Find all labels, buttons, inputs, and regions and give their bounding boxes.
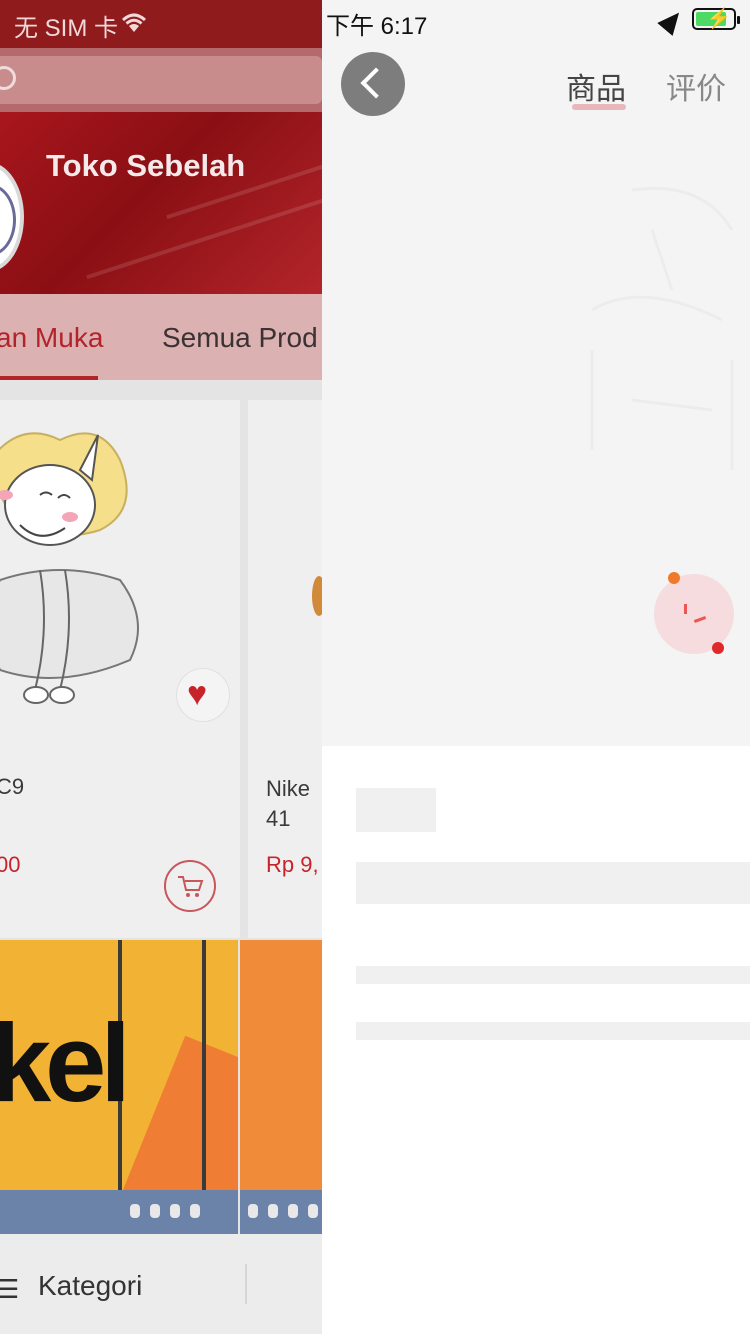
- chevron-left-icon: [360, 67, 392, 99]
- add-to-cart-button[interactable]: [164, 860, 216, 912]
- carrier-label: 无 SIM 卡: [14, 15, 119, 42]
- product-price: 00: [0, 852, 21, 877]
- shop-page: 无 SIM 卡 Toko Sebelah an Muka Semua Prod: [0, 0, 322, 1334]
- back-button[interactable]: [341, 52, 405, 116]
- tab-reviews[interactable]: 评价: [666, 64, 726, 108]
- cart-icon: [178, 876, 204, 897]
- promo-banner[interactable]: [240, 940, 322, 1234]
- product-name[interactable]: Nike 41: [266, 774, 310, 834]
- shop-logo: [0, 162, 24, 272]
- category-button[interactable]: Kategori: [38, 1270, 142, 1302]
- tab-all-products[interactable]: Semua Prod: [162, 322, 318, 354]
- tab-home[interactable]: an Muka: [0, 322, 103, 354]
- status-bar: 无 SIM 卡: [0, 0, 322, 48]
- skeleton-line: [356, 1022, 750, 1040]
- tab-indicator: [572, 104, 626, 110]
- loading-mascot: [654, 572, 734, 654]
- product-name[interactable]: C9: [0, 774, 24, 800]
- wifi-icon: [121, 13, 147, 32]
- banner-text: kel: [0, 1002, 131, 1125]
- skeleton-price: [356, 788, 436, 832]
- search-input[interactable]: [0, 56, 322, 104]
- divider: [245, 1264, 247, 1304]
- search-bar[interactable]: [0, 48, 322, 112]
- product-image: [312, 576, 322, 616]
- product-detail-page: 下午 6:17 ⚡ 商品 评价: [322, 0, 750, 1334]
- placeholder-illustration: [590, 186, 734, 470]
- shop-banner: [0, 112, 322, 294]
- shop-name: Toko Sebelah: [46, 148, 246, 183]
- bottom-bar: ☰ Kategori: [0, 1234, 322, 1334]
- skeleton-title: [356, 862, 750, 904]
- tab-product[interactable]: 商品: [566, 64, 626, 108]
- menu-icon[interactable]: ☰: [0, 1274, 19, 1305]
- battery-icon: ⚡: [692, 8, 740, 30]
- skeleton-line: [356, 966, 750, 984]
- status-time: 下午 6:17: [326, 13, 428, 40]
- wishlist-button[interactable]: ♥: [176, 668, 230, 722]
- shop-tabs: an Muka Semua Prod: [0, 294, 322, 380]
- product-image: [0, 432, 139, 704]
- tab-indicator: [0, 376, 98, 380]
- product-price: Rp 9,: [266, 852, 319, 877]
- heart-icon: ♥: [187, 675, 208, 713]
